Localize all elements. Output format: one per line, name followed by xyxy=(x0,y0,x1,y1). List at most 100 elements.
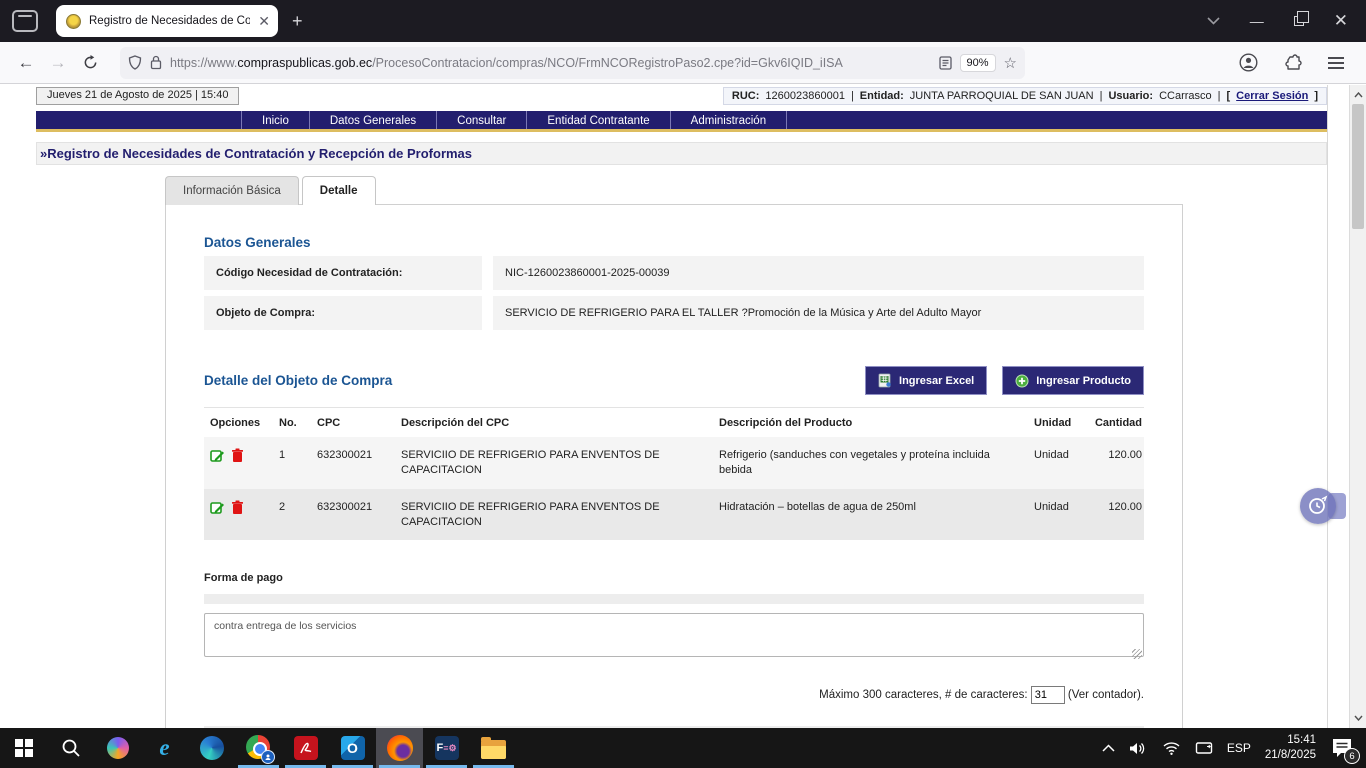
bookmark-star-icon[interactable]: ☆ xyxy=(1004,54,1017,72)
list-tabs-chevron-icon[interactable] xyxy=(1207,17,1220,25)
bracket: ] xyxy=(1314,90,1318,102)
character-counter-row: Máximo 300 caracteres, # de caracteres: … xyxy=(204,686,1144,704)
ingresar-excel-button[interactable]: Ingresar Excel xyxy=(865,366,987,395)
floating-timer-widget[interactable] xyxy=(1300,488,1346,524)
file-explorer-button[interactable] xyxy=(470,728,517,768)
window-close-button[interactable]: ✕ xyxy=(1334,11,1348,31)
row-desc-cpc: SERVICIIO DE REFRIGERIO PARA ENVENTOS DE… xyxy=(401,448,719,478)
copilot-button[interactable] xyxy=(94,728,141,768)
back-button[interactable]: ← xyxy=(10,47,42,79)
productos-table: Opciones No. CPC Descripción del CPC Des… xyxy=(204,408,1144,540)
tracking-shield-icon[interactable] xyxy=(128,55,142,70)
table-row: 2 632300021 SERVICIIO DE REFRIGERIO PARA… xyxy=(204,489,1144,541)
edit-icon[interactable] xyxy=(210,500,225,515)
url-bar[interactable]: https://www.compraspublicas.gob.ec/Proce… xyxy=(120,47,1025,79)
nav-item-entidad-contratante[interactable]: Entidad Contratante xyxy=(526,111,669,129)
firefox-button[interactable] xyxy=(376,728,423,768)
start-button[interactable] xyxy=(0,728,47,768)
ingresar-producto-button[interactable]: Ingresar Producto xyxy=(1002,366,1144,395)
acrobat-button[interactable] xyxy=(282,728,329,768)
separator: | xyxy=(851,90,854,102)
extensions-puzzle-icon[interactable] xyxy=(1284,54,1302,72)
lock-icon[interactable] xyxy=(150,55,162,70)
system-tray: ESP 15:41 21/8/2025 6 xyxy=(1102,728,1366,768)
separator: | xyxy=(1218,90,1221,102)
internet-explorer-button[interactable]: e xyxy=(141,728,188,768)
separator: | xyxy=(1100,90,1103,102)
language-indicator[interactable]: ESP xyxy=(1227,741,1251,755)
datos-generales-heading: Datos Generales xyxy=(204,235,1144,250)
tray-clock[interactable]: 15:41 21/8/2025 xyxy=(1265,733,1316,763)
reader-mode-icon[interactable] xyxy=(939,56,952,70)
new-tab-button[interactable]: + xyxy=(292,11,303,32)
windows-logo-icon xyxy=(15,739,33,757)
outlook-icon: O xyxy=(341,736,365,760)
edge-button[interactable] xyxy=(188,728,235,768)
chrome-button[interactable] xyxy=(235,728,282,768)
notification-center-button[interactable]: 6 xyxy=(1330,737,1356,759)
url-text: https://www.compraspublicas.gob.ec/Proce… xyxy=(170,56,931,70)
usuario-label: Usuario: xyxy=(1108,90,1153,102)
counter-suffix: (Ver contador). xyxy=(1068,689,1144,701)
wifi-icon[interactable] xyxy=(1162,741,1181,755)
volume-icon[interactable] xyxy=(1129,741,1148,756)
codigo-label: Código Necesidad de Contratación: xyxy=(204,256,482,290)
col-unidad: Unidad xyxy=(1034,417,1081,429)
delete-trash-icon[interactable] xyxy=(231,500,244,515)
fes-app-button[interactable]: F≡⚙ xyxy=(423,728,470,768)
zoom-level-badge[interactable]: 90% xyxy=(960,54,996,72)
firefox-view-icon[interactable] xyxy=(12,10,38,32)
file-explorer-icon xyxy=(481,740,506,759)
reload-button[interactable] xyxy=(74,47,106,79)
row-unidad: Unidad xyxy=(1034,500,1081,515)
row-desc-producto: Refrigerio (sanduches con vegetales y pr… xyxy=(719,448,1034,478)
notification-count-badge: 6 xyxy=(1344,748,1360,764)
site-favicon-icon xyxy=(66,14,81,29)
col-desc-producto: Descripción del Producto xyxy=(719,417,1034,429)
clock-widget-icon[interactable] xyxy=(1300,488,1336,524)
restore-button[interactable] xyxy=(1294,16,1304,26)
tab-detalle[interactable]: Detalle xyxy=(302,176,376,205)
delete-trash-icon[interactable] xyxy=(231,448,244,463)
outlook-button[interactable]: O xyxy=(329,728,376,768)
forma-de-pago-band xyxy=(204,594,1144,604)
scroll-up-arrow[interactable] xyxy=(1350,87,1366,103)
col-opciones: Opciones xyxy=(204,417,279,429)
browser-tabstrip: Registro de Necesidades de Co ✕ + — ✕ xyxy=(0,0,1366,42)
forward-button[interactable]: → xyxy=(42,47,74,79)
menu-hamburger-icon[interactable] xyxy=(1328,57,1344,69)
row-desc-producto: Hidratación – botellas de agua de 250ml xyxy=(719,500,1034,515)
resize-grip-icon[interactable] xyxy=(1132,649,1142,659)
col-desc-cpc: Descripción del CPC xyxy=(401,417,719,429)
nav-item-consultar[interactable]: Consultar xyxy=(436,111,526,129)
forma-de-pago-textarea[interactable]: contra entrega de los servicios xyxy=(204,613,1144,657)
col-cpc: CPC xyxy=(317,417,401,429)
tab-close-icon[interactable]: ✕ xyxy=(258,13,270,30)
display-connect-icon[interactable] xyxy=(1195,741,1213,756)
scrollbar-thumb[interactable] xyxy=(1352,104,1364,229)
tray-chevron-up-icon[interactable] xyxy=(1102,744,1115,752)
tab-informacion-basica[interactable]: Información Básica xyxy=(165,176,299,205)
counter-prefix: Máximo 300 caracteres, # de caracteres: xyxy=(819,689,1027,701)
ingresar-excel-label: Ingresar Excel xyxy=(899,375,974,387)
tray-date: 21/8/2025 xyxy=(1265,748,1316,763)
entidad-label: Entidad: xyxy=(860,90,904,102)
page-title: »Registro de Necesidades de Contratación… xyxy=(37,146,472,161)
logout-link[interactable]: Cerrar Sesión xyxy=(1236,90,1308,102)
codigo-value: NIC-1260023860001-2025-00039 xyxy=(493,256,1144,290)
edit-icon[interactable] xyxy=(210,448,225,463)
browser-tab[interactable]: Registro de Necesidades de Co ✕ xyxy=(56,5,278,37)
minimize-button[interactable]: — xyxy=(1250,13,1264,29)
counter-input[interactable] xyxy=(1031,686,1065,704)
edge-icon xyxy=(200,736,224,760)
page-scrollbar[interactable] xyxy=(1349,85,1366,728)
account-icon[interactable] xyxy=(1239,53,1258,72)
scroll-down-arrow[interactable] xyxy=(1350,710,1366,726)
search-icon xyxy=(61,738,81,758)
nav-item-administracion[interactable]: Administración xyxy=(670,111,787,129)
row-unidad: Unidad xyxy=(1034,448,1081,463)
copilot-icon xyxy=(107,737,129,759)
nav-item-datos-generales[interactable]: Datos Generales xyxy=(309,111,436,129)
nav-item-inicio[interactable]: Inicio xyxy=(241,111,309,129)
taskbar-search-button[interactable] xyxy=(47,728,94,768)
